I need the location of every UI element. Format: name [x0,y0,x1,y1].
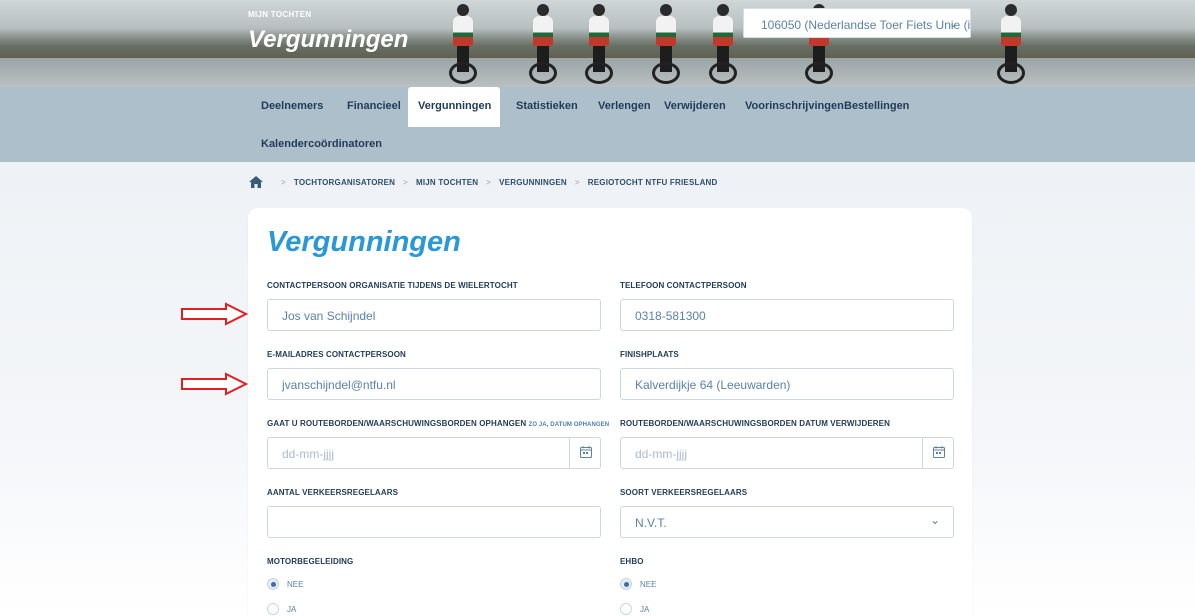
annotation-arrow-icon [181,302,249,326]
traffic-count-field[interactable] [267,506,601,538]
radio-selected-icon [267,578,279,590]
radio-label: NEE [640,579,657,589]
breadcrumb: > TOCHTORGANISATOREN > MIJN TOCHTEN > VE… [249,176,718,188]
traffic-type-label: SOORT VERKEERSREGELAARS [620,488,748,497]
signs-place-label: GAAT U ROUTEBORDEN/WAARSCHUWINGSBORDEN O… [267,419,609,428]
signs-place-hint: ZO JA, DATUM OPHANGEN [528,422,610,428]
breadcrumb-separator: > [281,177,286,187]
motor-radio-nee[interactable]: NEE [267,578,303,590]
calendar-icon [580,446,592,458]
breadcrumb-current: REGIOTOCHT NTFU FRIESLAND [587,177,718,187]
signs-place-date-input[interactable]: dd-mm-jjjj [267,437,601,469]
radio-label: JA [287,604,297,614]
tab-financieel[interactable]: Financieel [337,87,411,125]
form-card [248,208,972,616]
finish-field[interactable]: Kalverdijkje 64 (Leeuwarden) [620,368,954,400]
tab-deelnemers[interactable]: Deelnemers [251,87,333,125]
tab-statistieken[interactable]: Statistieken [506,87,588,125]
calendar-button[interactable] [569,437,601,469]
calendar-icon [933,446,945,458]
finish-label: FINISHPLAATS [620,350,679,359]
chevron-down-icon: ⌄ [930,513,941,527]
radio-label: NEE [287,579,304,589]
tab-verwijderen[interactable]: Verwijderen [654,87,736,125]
motor-label: MOTORBEGELEIDING [267,557,354,566]
radio-label: JA [640,604,650,614]
ehbo-label: EHBO [620,557,644,566]
radio-unselected-icon [620,603,632,615]
breadcrumb-item[interactable]: VERGUNNINGEN [499,178,567,187]
ehbo-radio-nee[interactable]: NEE [620,578,656,590]
tab-navigation: Deelnemers Financieel Vergunningen Stati… [0,87,1195,162]
home-icon[interactable] [249,176,263,188]
radio-unselected-icon [267,603,279,615]
contact-email-label: E-MAILADRES CONTACTPERSOON [267,350,406,359]
cyclist-image [997,4,1025,84]
breadcrumb-item[interactable]: MIJN TOCHTEN [416,178,478,187]
tab-bestellingen[interactable]: Bestellingen [834,87,919,125]
tab-vergunningen[interactable]: Vergunningen [408,87,500,127]
contact-email-field[interactable]: jvanschijndel@ntfu.nl [267,368,601,400]
cyclist-image [652,4,680,84]
annotation-arrow-icon [181,372,249,396]
hero-banner [0,0,1195,87]
contact-phone-label: TELEFOON CONTACTPERSOON [620,281,747,290]
signs-remove-date-input[interactable]: dd-mm-jjjj [620,437,954,469]
contact-name-label: CONTACTPERSOON ORGANISATIE TIJDENS DE WI… [267,281,518,290]
breadcrumb-separator: > [486,177,492,187]
breadcrumb-item[interactable]: TOCHTORGANISATOREN [294,178,395,187]
cyclist-image [709,4,737,84]
chevron-down-icon: ⌄ [948,18,958,30]
signs-remove-label: ROUTEBORDEN/WAARSCHUWINGSBORDEN DATUM VE… [620,419,890,428]
motor-radio-ja[interactable]: JA [267,603,296,615]
signs-place-label-text: GAAT U ROUTEBORDEN/WAARSCHUWINGSBORDEN O… [267,419,527,428]
tab-verlengen[interactable]: Verlengen [588,87,661,125]
form-title: Vergunningen [267,226,461,258]
contact-name-field[interactable]: Jos van Schijndel [267,299,601,331]
traffic-count-label: AANTAL VERKEERSREGELAARS [267,488,399,497]
section-label: MIJN TOCHTEN [248,10,312,19]
organization-selector-value: 106050 (Nederlandse Toer Fiets Unie (inc [761,18,971,32]
radio-selected-icon [620,578,632,590]
traffic-type-select[interactable]: N.V.T. [620,506,954,538]
breadcrumb-separator: > [574,177,580,187]
tab-kalendercoordinatoren[interactable]: Kalendercoördinatoren [251,125,392,163]
page-title: Vergunningen [248,26,409,53]
contact-phone-field[interactable]: 0318-581300 [620,299,954,331]
ehbo-radio-ja[interactable]: JA [620,603,649,615]
organization-selector[interactable]: 106050 (Nederlandse Toer Fiets Unie (inc… [743,8,971,38]
cyclist-image [449,4,477,84]
cyclist-image [585,4,613,84]
cyclist-image [529,4,557,84]
calendar-button[interactable] [922,437,954,469]
breadcrumb-separator: > [403,177,408,187]
